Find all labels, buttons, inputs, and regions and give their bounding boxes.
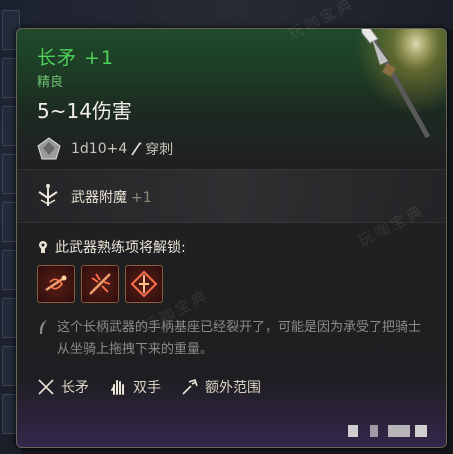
spear-artwork [332, 29, 446, 149]
property-label: 额外范围 [205, 380, 261, 396]
mastery-actions [37, 265, 163, 303]
piercing-strike-icon [130, 270, 158, 298]
weapon-properties: 长矛 双手 额外范围 [37, 377, 281, 397]
mastery-action-3[interactable] [125, 265, 163, 303]
enchantment-bonus: +1 [131, 190, 152, 206]
property-spear: 长矛 [37, 377, 89, 397]
mastery-unlock-row: 此武器熟练项将解锁: [37, 237, 186, 257]
item-description: 这个长柄武器的手柄基座已经裂开了，可能是因为承受了把骑士从坐骑上拖拽下来的重量。 [37, 317, 429, 361]
item-name: 长矛 +1 [37, 47, 115, 69]
mastery-action-2[interactable] [81, 265, 119, 303]
background-scene [22, 0, 453, 30]
description-text: 这个长柄武器的手柄基座已经裂开了，可能是因为承受了把骑士从坐骑上拖拽下来的重量。 [57, 320, 422, 357]
reach-icon [182, 378, 198, 395]
mosaic-block [415, 425, 427, 437]
enchantment-name: 武器附魔 [71, 190, 127, 206]
damage-dice: 1d10+4 [71, 141, 128, 157]
piercing-icon [131, 142, 142, 156]
item-rarity: 精良 [37, 75, 64, 90]
damage-type-label: 穿刺 [145, 142, 174, 158]
quill-icon [39, 320, 47, 334]
enchantment-row: 武器附魔 +1 [17, 169, 446, 223]
keyhole-icon [39, 241, 47, 253]
shaft-action-icon [45, 275, 67, 292]
spear-icon [38, 379, 54, 395]
damage-type: 穿刺 [130, 139, 173, 159]
d10-dice-icon [37, 137, 61, 160]
weapon-enchant-icon [38, 184, 58, 206]
mastery-action-1[interactable] [37, 265, 75, 303]
mosaic-block [388, 425, 410, 437]
mosaic-block [370, 425, 378, 437]
mastery-unlock-label: 此武器熟练项将解锁: [55, 240, 186, 256]
damage-dice-row: 1d10+4 穿刺 [37, 135, 173, 163]
two-handed-icon [111, 380, 124, 395]
property-two-handed: 双手 [109, 377, 161, 397]
property-label: 长矛 [61, 380, 89, 396]
enchantment-label: 武器附魔 +1 [71, 187, 152, 207]
damage-range: 5~14伤害 [37, 99, 132, 123]
fury-strike-icon [89, 273, 111, 295]
property-label: 双手 [133, 380, 161, 396]
property-reach: 额外范围 [181, 377, 261, 397]
mosaic-block [348, 425, 358, 437]
